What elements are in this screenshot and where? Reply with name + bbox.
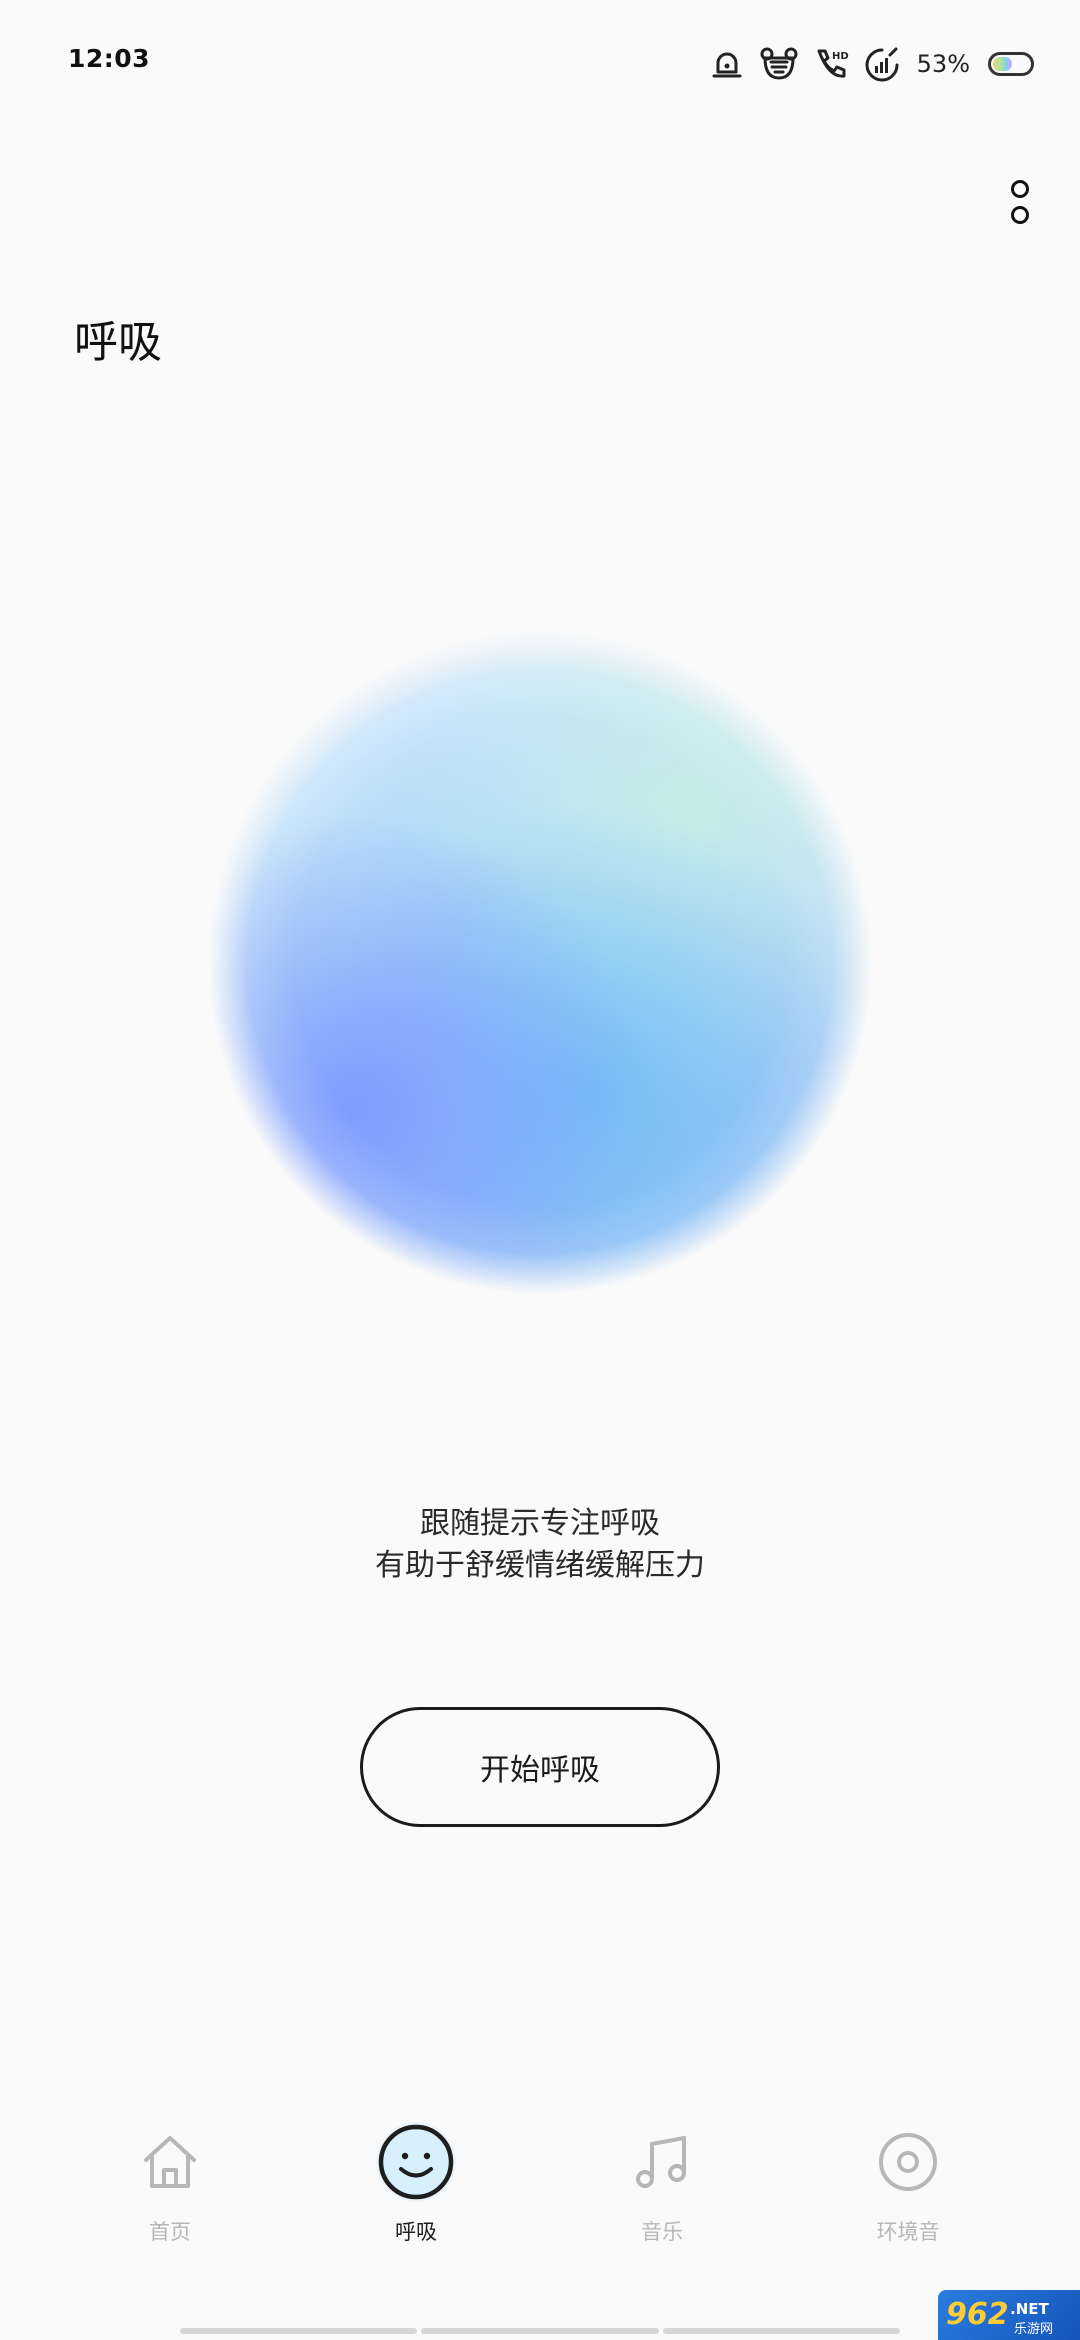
start-breathing-button[interactable]: 开始呼吸 — [360, 1707, 720, 1827]
home-indicator-segment — [662, 2328, 900, 2334]
battery-icon — [988, 52, 1034, 76]
breathing-orb — [208, 630, 872, 1294]
disc-icon — [866, 2120, 950, 2204]
nav-label-breath: 呼吸 — [395, 2220, 437, 2244]
battery-percent: 53% — [916, 50, 970, 78]
smile-icon — [374, 2120, 458, 2204]
description-line-1: 跟随提示专注呼吸 — [420, 1506, 660, 1541]
bear-icon — [759, 46, 799, 82]
svg-text:HD: HD — [832, 51, 849, 62]
music-note-icon — [620, 2120, 704, 2204]
watermark-suffix: .NET — [1010, 2300, 1049, 2318]
status-bar: 12:03 HD 53% — [0, 0, 1080, 130]
watermark-sub: 乐游网 — [1014, 2322, 1053, 2337]
page-title: 呼吸 — [74, 317, 162, 368]
status-time: 12:03 — [68, 44, 151, 73]
hd-call-icon: HD — [813, 46, 849, 82]
signal-icon — [863, 46, 901, 82]
alarm-icon — [709, 46, 745, 82]
nav-item-ambient[interactable]: 环境音 — [808, 2120, 1008, 2260]
more-dot — [1011, 180, 1029, 198]
nav-label-ambient: 环境音 — [876, 2220, 940, 2244]
nav-item-music[interactable]: 音乐 — [562, 2120, 762, 2260]
more-dot — [1011, 206, 1029, 224]
breathing-screen: 12:03 HD 53% 呼吸 跟随提示专注呼吸 有助于舒缓情绪缓解压力 开始呼… — [0, 0, 1080, 2340]
bottom-nav: 首页 呼吸 音乐 环境音 — [0, 2120, 1080, 2260]
watermark-number: 962 — [946, 2297, 1009, 2332]
description-line-2: 有助于舒缓情绪缓解压力 — [375, 1548, 705, 1583]
nav-label-home: 首页 — [149, 2220, 191, 2244]
home-indicator-segment — [421, 2328, 659, 2334]
home-icon — [128, 2120, 212, 2204]
breathing-description: 跟随提示专注呼吸 有助于舒缓情绪缓解压力 — [0, 1503, 1080, 1587]
home-indicator — [180, 2328, 900, 2334]
home-indicator-segment — [180, 2328, 418, 2334]
watermark-logo: 962 .NET 乐游网 — [938, 2290, 1080, 2340]
status-icons: HD 53% — [709, 44, 1034, 84]
nav-item-home[interactable]: 首页 — [70, 2120, 270, 2260]
battery-fill — [993, 57, 1012, 71]
nav-label-music: 音乐 — [641, 2220, 683, 2244]
nav-item-breath[interactable]: 呼吸 — [316, 2120, 516, 2260]
more-vertical-icon[interactable] — [998, 172, 1042, 232]
